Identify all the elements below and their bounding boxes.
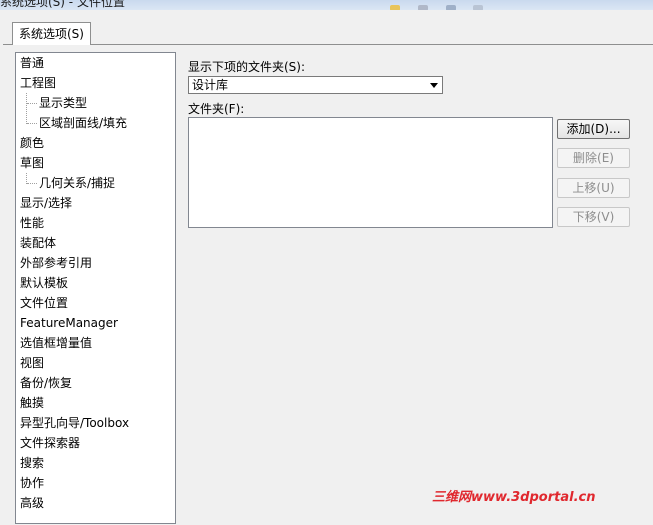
chevron-down-icon[interactable] bbox=[426, 78, 441, 92]
tree-connector bbox=[27, 123, 37, 124]
tree-item[interactable]: FeatureManager bbox=[20, 313, 118, 333]
tree-item[interactable]: 显示/选择 bbox=[20, 193, 72, 213]
tree-item[interactable]: 异型孔向导/Toolbox bbox=[20, 413, 129, 433]
tree-item[interactable]: 性能 bbox=[20, 213, 44, 233]
move-up-button[interactable]: 上移(U) bbox=[557, 178, 630, 198]
folders-for-value: 设计库 bbox=[192, 78, 229, 92]
toolbar-icon[interactable] bbox=[473, 5, 484, 10]
tree-item[interactable]: 选值框增量值 bbox=[20, 333, 92, 353]
tree-item[interactable]: 文件探索器 bbox=[20, 433, 80, 453]
folders-for-label: 显示下项的文件夹(S): bbox=[188, 60, 306, 74]
tree-item[interactable]: 协作 bbox=[20, 473, 44, 493]
tree-item[interactable]: 触摸 bbox=[20, 393, 44, 413]
tree-item[interactable]: 备份/恢复 bbox=[20, 373, 72, 393]
tree-item[interactable]: 几何关系/捕捉 bbox=[39, 173, 115, 193]
tree-connector bbox=[27, 103, 37, 104]
tree-item[interactable]: 装配体 bbox=[20, 233, 56, 253]
tree-item[interactable]: 工程图 bbox=[20, 73, 56, 93]
tree-item[interactable]: 显示类型 bbox=[39, 93, 87, 113]
folders-list[interactable] bbox=[188, 117, 553, 228]
tree-item[interactable]: 高级 bbox=[20, 493, 44, 513]
tree-item[interactable]: 区域剖面线/填充 bbox=[39, 113, 127, 133]
tree-item[interactable]: 文件位置 bbox=[20, 293, 68, 313]
toolbar-icon[interactable] bbox=[445, 5, 456, 10]
tree-item[interactable]: 搜索 bbox=[20, 453, 44, 473]
folders-for-dropdown[interactable]: 设计库 bbox=[188, 76, 443, 94]
tree-item[interactable]: 草图 bbox=[20, 153, 44, 173]
window-titlebar: 系统选项(S) - 文件位置 bbox=[0, 0, 653, 10]
move-down-button[interactable]: 下移(V) bbox=[557, 207, 630, 227]
tab-system-options[interactable]: 系统选项(S) bbox=[12, 22, 91, 45]
tree-connector bbox=[27, 183, 37, 184]
toolbar-icon[interactable] bbox=[390, 5, 400, 10]
tree-item[interactable]: 普通 bbox=[20, 53, 44, 73]
window-title: 系统选项(S) - 文件位置 bbox=[0, 0, 125, 9]
delete-button[interactable]: 删除(E) bbox=[557, 148, 630, 168]
add-button[interactable]: 添加(D)... bbox=[557, 119, 630, 139]
toolbar-icon[interactable] bbox=[417, 5, 428, 10]
folders-label: 文件夹(F): bbox=[188, 102, 245, 116]
watermark: 三维网www.3dportal.cn bbox=[432, 490, 596, 505]
tree-item[interactable]: 外部参考引用 bbox=[20, 253, 92, 273]
options-tree[interactable]: 普通 工程图 显示类型 区域剖面线/填充 颜色 草图 几何关系/捕捉 显示/选择 性能 装配体 外部… bbox=[15, 52, 176, 524]
tree-item[interactable]: 视图 bbox=[20, 353, 44, 373]
titlebar-icons bbox=[390, 0, 497, 10]
tree-item[interactable]: 默认模板 bbox=[20, 273, 68, 293]
tree-item[interactable]: 颜色 bbox=[20, 133, 44, 153]
tree-connector bbox=[26, 93, 27, 124]
